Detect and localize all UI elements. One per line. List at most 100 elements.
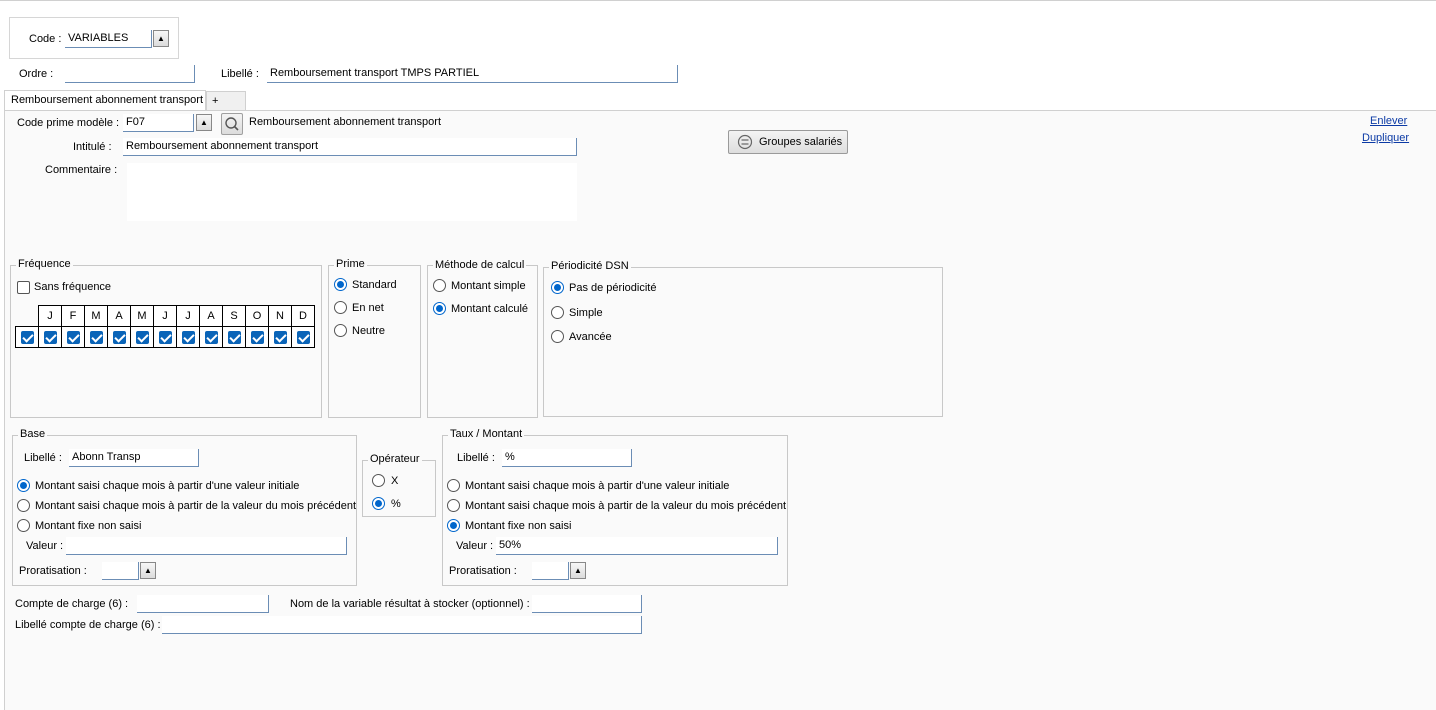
top-divider: [0, 0, 1436, 1]
code-prime-label: Code prime modèle :: [17, 117, 120, 129]
month-cell: [222, 326, 246, 348]
code-field[interactable]: VARIABLES: [65, 30, 152, 48]
base-valeur-field[interactable]: [66, 537, 347, 555]
sans-frequence-checkbox[interactable]: [17, 281, 30, 294]
taux-option-3-label: Montant fixe non saisi: [465, 520, 572, 532]
radio-montant-calcule[interactable]: [433, 302, 446, 315]
enlever-link[interactable]: Enlever: [1370, 115, 1407, 127]
add-icon: +: [212, 95, 219, 107]
variable-resultat-field[interactable]: [532, 595, 642, 613]
intitule-label: Intitulé :: [73, 141, 112, 153]
commentaire-textarea[interactable]: [127, 163, 577, 221]
intitule-field[interactable]: Remboursement abonnement transport: [123, 138, 577, 156]
libelle-compte-field[interactable]: [162, 616, 642, 634]
month-header: J: [153, 305, 177, 327]
search-button[interactable]: [221, 113, 243, 135]
base-option-1-label: Montant saisi chaque mois à partir d'une…: [35, 480, 300, 492]
libelle-field[interactable]: Remboursement transport TMPS PARTIEL: [267, 65, 678, 83]
month-checkbox[interactable]: [250, 330, 264, 344]
search-icon: [225, 117, 239, 131]
radio-operateur-x[interactable]: [372, 474, 385, 487]
month-header: M: [130, 305, 154, 327]
variable-resultat-label: Nom de la variable résultat à stocker (o…: [290, 598, 530, 610]
month-checkbox[interactable]: [296, 330, 310, 344]
month-checkbox[interactable]: [158, 330, 172, 344]
radio-neutre[interactable]: [334, 324, 347, 337]
taux-proratisation-field[interactable]: [532, 562, 569, 580]
operateur-x-label: X: [391, 475, 399, 487]
taux-valeur-field[interactable]: 50%: [496, 537, 778, 555]
base-proratisation-field[interactable]: [102, 562, 139, 580]
month-checkbox[interactable]: [112, 330, 126, 344]
month-header: J: [176, 305, 200, 327]
montant-simple-label: Montant simple: [451, 280, 526, 292]
all-months-checkbox[interactable]: [20, 330, 34, 344]
radio-operateur-percent[interactable]: [372, 497, 385, 510]
spin-up-icon[interactable]: ▲: [570, 562, 586, 579]
prime-title: Prime: [334, 258, 367, 270]
base-libelle-label: Libellé :: [24, 452, 62, 464]
all-months-cell: [15, 326, 39, 348]
radio-simple[interactable]: [551, 306, 564, 319]
month-header: N: [268, 305, 292, 327]
avancee-label: Avancée: [569, 331, 612, 343]
radio-en-net[interactable]: [334, 301, 347, 314]
base-title: Base: [18, 428, 48, 440]
month-checkbox[interactable]: [181, 330, 195, 344]
base-libelle-field[interactable]: Abonn Transp: [69, 449, 199, 467]
base-option-2-label: Montant saisi chaque mois à partir de la…: [35, 500, 357, 512]
month-cell: [38, 326, 62, 348]
month-cell: [130, 326, 154, 348]
simple-label: Simple: [569, 307, 603, 319]
month-checkbox[interactable]: [273, 330, 287, 344]
radio-taux-valeur-initiale[interactable]: [447, 479, 460, 492]
base-proratisation-label: Proratisation :: [19, 565, 87, 577]
tab-add[interactable]: +: [206, 91, 246, 110]
taux-title: Taux / Montant: [448, 428, 525, 440]
month-cell: [61, 326, 85, 348]
radio-base-valeur-initiale[interactable]: [17, 479, 30, 492]
code-prime-field[interactable]: F07: [123, 114, 194, 132]
code-prime-description: Remboursement abonnement transport: [249, 116, 441, 128]
radio-base-fixe[interactable]: [17, 519, 30, 532]
base-option-3-label: Montant fixe non saisi: [35, 520, 142, 532]
month-header: F: [61, 305, 85, 327]
groupes-icon: [737, 134, 753, 150]
month-checkbox[interactable]: [43, 330, 57, 344]
tab-remboursement[interactable]: Remboursement abonnement transport: [4, 90, 206, 111]
month-header: M: [84, 305, 108, 327]
month-checkbox[interactable]: [89, 330, 103, 344]
radio-base-mois-precedent[interactable]: [17, 499, 30, 512]
month-header: S: [222, 305, 246, 327]
operateur-percent-label: %: [391, 498, 401, 510]
compte-charge-field[interactable]: [137, 595, 269, 613]
taux-libelle-field[interactable]: %: [502, 449, 632, 467]
montant-calcule-label: Montant calculé: [451, 303, 529, 315]
radio-taux-mois-precedent[interactable]: [447, 499, 460, 512]
radio-avancee[interactable]: [551, 330, 564, 343]
spin-up-icon[interactable]: ▲: [140, 562, 156, 579]
spin-up-icon[interactable]: ▲: [153, 30, 169, 47]
month-checkbox[interactable]: [66, 330, 80, 344]
pas-de-periodicite-label: Pas de périodicité: [569, 282, 657, 294]
month-checkbox[interactable]: [204, 330, 218, 344]
radio-taux-fixe[interactable]: [447, 519, 460, 532]
radio-standard[interactable]: [334, 278, 347, 291]
radio-montant-simple[interactable]: [433, 279, 446, 292]
libelle-compte-label: Libellé compte de charge (6) :: [15, 619, 161, 631]
month-cell: [107, 326, 131, 348]
sans-frequence-label: Sans fréquence: [34, 281, 112, 293]
libelle-label: Libellé :: [221, 68, 259, 80]
methode-title: Méthode de calcul: [433, 259, 527, 271]
spin-up-icon[interactable]: ▲: [196, 114, 212, 131]
ordre-field[interactable]: [65, 65, 195, 83]
ordre-label: Ordre :: [19, 68, 54, 80]
radio-pas-de-periodicite[interactable]: [551, 281, 564, 294]
taux-option-2-label: Montant saisi chaque mois à partir de la…: [465, 500, 787, 512]
month-corner: [15, 305, 39, 327]
dupliquer-link[interactable]: Dupliquer: [1362, 132, 1409, 144]
month-checkbox[interactable]: [135, 330, 149, 344]
groupes-salaries-button[interactable]: Groupes salariés: [728, 130, 848, 154]
standard-label: Standard: [352, 279, 397, 291]
month-checkbox[interactable]: [227, 330, 241, 344]
